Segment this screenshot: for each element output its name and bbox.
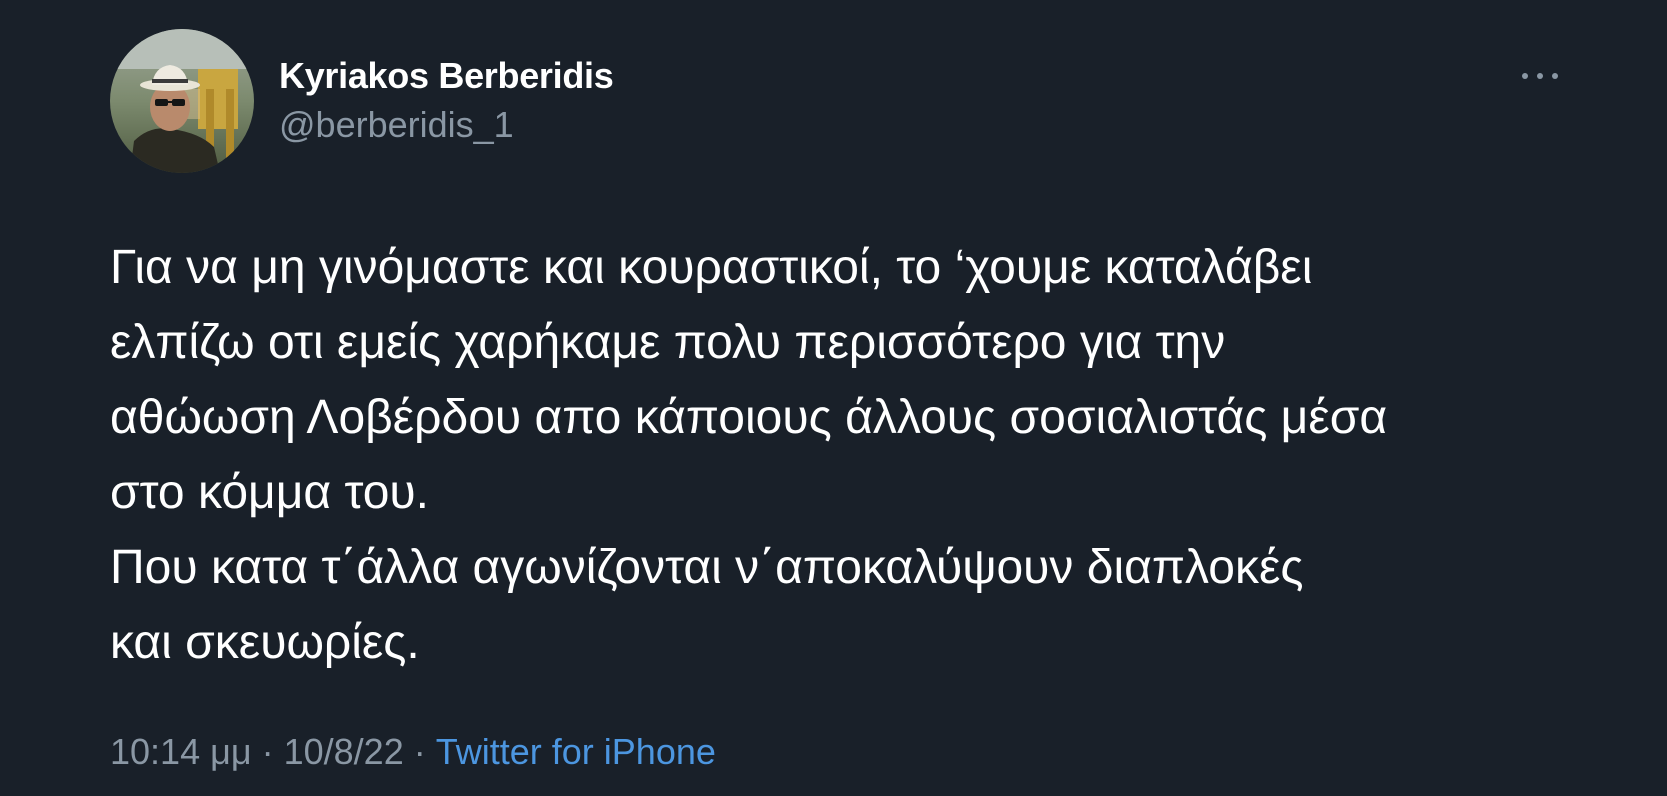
tweet-date[interactable]: 10/8/22 bbox=[284, 731, 404, 772]
tweet-card: Kyriakos Berberidis @berberidis_1 Για να… bbox=[0, 0, 1667, 796]
author-name[interactable]: Kyriakos Berberidis bbox=[279, 54, 614, 98]
more-dot bbox=[1552, 73, 1558, 79]
tweet-source-link[interactable]: Twitter for iPhone bbox=[436, 731, 716, 772]
tweet-text: Για να μη γινόμαστε και κουραστικοί, το … bbox=[110, 241, 1388, 669]
meta-separator: · bbox=[413, 731, 426, 772]
meta-separator: · bbox=[261, 731, 274, 772]
more-dot bbox=[1537, 73, 1543, 79]
tweet-time[interactable]: 10:14 μμ bbox=[110, 731, 252, 772]
more-dot bbox=[1522, 73, 1528, 79]
avatar-photo bbox=[110, 29, 254, 173]
avatar[interactable] bbox=[110, 29, 254, 173]
tweet-meta: 10:14 μμ · 10/8/22 · Twitter for iPhone bbox=[110, 730, 716, 774]
author-handle[interactable]: @berberidis_1 bbox=[279, 103, 514, 147]
more-horizontal-icon[interactable] bbox=[1522, 62, 1558, 90]
